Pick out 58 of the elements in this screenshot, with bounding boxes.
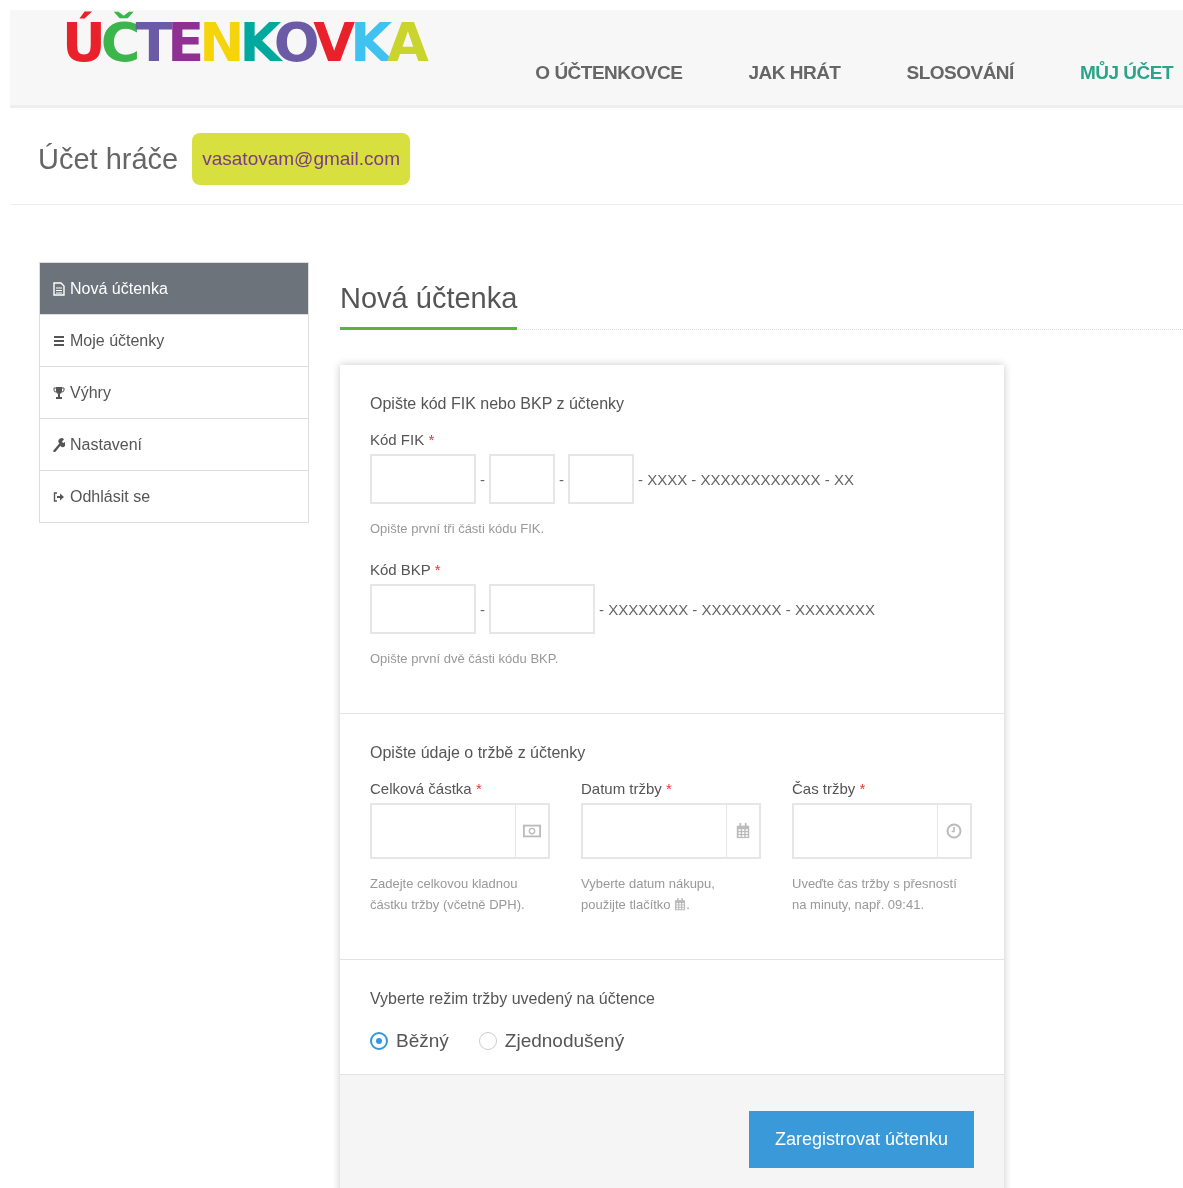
- sidebar-item-label: Moje účtenky: [70, 331, 165, 350]
- email-badge: vasatovam@gmail.com: [192, 133, 410, 185]
- logout-icon: [53, 489, 65, 504]
- field-label: Datum tržby: [581, 780, 662, 797]
- list-icon: [53, 333, 65, 348]
- nav-link[interactable]: JAK HRÁT: [748, 62, 841, 84]
- sidebar-item[interactable]: Nová účtenka: [40, 263, 308, 314]
- separator: -: [480, 470, 485, 488]
- field-label: Celková částka: [370, 780, 472, 797]
- help-text: Vyberte datum nákupu, použijte tlačítko .: [581, 875, 716, 914]
- section-title: Vyberte režim tržby uvedený na účtence: [370, 990, 656, 1008]
- input-field[interactable]: [370, 803, 516, 859]
- required-asterisk: *: [428, 431, 435, 448]
- help-text: Opište první dvě části kódu BKP.: [370, 650, 560, 668]
- section-title: Opište kód FIK nebo BKP z účtenky: [370, 395, 626, 413]
- code-input[interactable]: [489, 454, 555, 504]
- nav-link[interactable]: SLOSOVÁNÍ: [906, 62, 1014, 84]
- field-label: Čas tržby: [792, 780, 856, 797]
- sidebar-item-label: Odhlásit se: [70, 487, 151, 506]
- clock-icon: [945, 823, 963, 839]
- section-heading: Nová účtenka: [340, 262, 518, 330]
- sidebar-item-label: Nová účtenka: [70, 279, 168, 298]
- code-suffix: - XXXX - XXXXXXXXXXXX - XX: [638, 470, 854, 488]
- document-icon: [53, 281, 65, 296]
- code-input[interactable]: [370, 454, 476, 504]
- help-text: Uveďte čas tržby s přesností na minuty, např. 09:41.: [792, 875, 958, 914]
- required-asterisk: *: [475, 780, 482, 797]
- field-label: Kód FIK: [370, 431, 425, 448]
- nav-link[interactable]: O ÚČTENKOVCE: [535, 62, 683, 84]
- help-text: Zadejte celkovou kladnou částku tržby (včetně DPH).: [370, 875, 526, 914]
- radio-label: Běžný: [396, 1030, 449, 1052]
- help-text: Opište první tři části kódu FIK.: [370, 520, 546, 538]
- radio-button[interactable]: [370, 1032, 388, 1050]
- radio-option[interactable]: Běžný: [370, 1030, 449, 1052]
- input-field[interactable]: [581, 803, 727, 859]
- wrench-icon: [53, 437, 65, 452]
- calendar-icon: [674, 898, 687, 911]
- page-title: Účet hráče: [38, 142, 179, 176]
- section-title: Opište údaje o tržbě z účtenky: [370, 744, 587, 762]
- field-label: Kód BKP: [370, 561, 431, 578]
- banknote-icon: [523, 823, 541, 839]
- sidebar-item-label: Výhry: [70, 383, 111, 402]
- required-asterisk: *: [666, 780, 672, 797]
- code-suffix: - XXXXXXXX - XXXXXXXX - XXXXXXXX: [599, 600, 875, 618]
- radio-label: Zjednodušený: [504, 1030, 625, 1052]
- code-input[interactable]: [489, 584, 595, 634]
- separator: -: [559, 470, 564, 488]
- separator: -: [480, 600, 485, 618]
- sidebar-item-label: Nastavení: [70, 435, 143, 454]
- trophy-icon: [53, 385, 65, 400]
- calendar-icon: [734, 823, 752, 839]
- logo[interactable]: ÚČTENKOVKA: [62, 12, 424, 74]
- input-field[interactable]: [792, 803, 938, 859]
- code-input[interactable]: [370, 584, 476, 634]
- radio-option[interactable]: Zjednodušený: [478, 1030, 625, 1052]
- required-asterisk: *: [434, 561, 441, 578]
- required-asterisk: *: [859, 780, 866, 797]
- code-input[interactable]: [568, 454, 634, 504]
